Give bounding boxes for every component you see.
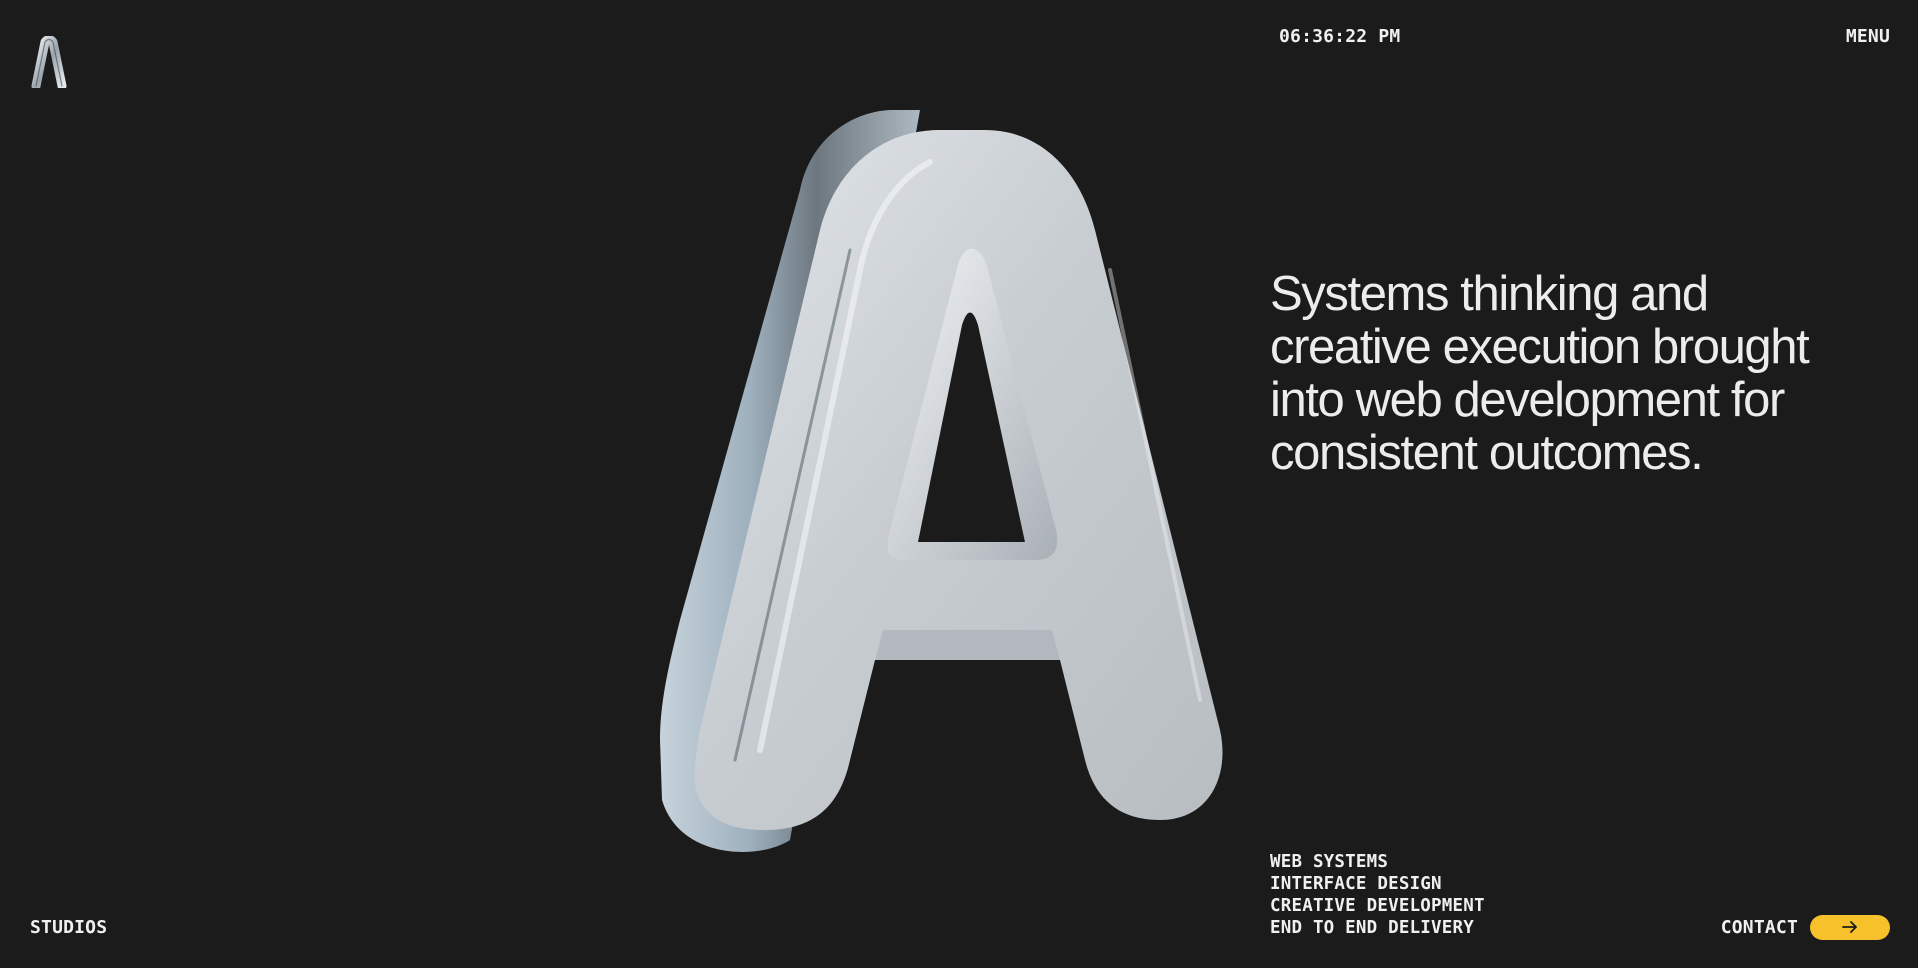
service-item-end-to-end-delivery: END TO END DELIVERY <box>1270 918 1474 938</box>
clock-display: 06:36:22 PM <box>1279 26 1401 47</box>
arrow-right-icon <box>1842 921 1857 933</box>
menu-button[interactable]: MENU <box>1846 26 1890 48</box>
service-item-creative-development: CREATIVE DEVELOPMENT <box>1270 896 1485 916</box>
hero-letter-a-image <box>640 100 1280 920</box>
contact-pill[interactable] <box>1810 914 1890 940</box>
contact-label: CONTACT <box>1720 916 1798 938</box>
service-item-web-systems: WEB SYSTEMS <box>1270 852 1389 872</box>
logo-icon[interactable] <box>28 35 70 91</box>
hero-headline: Systems thinking and creative execution … <box>1270 267 1810 480</box>
services-list: WEB SYSTEMS INTERFACE DESIGN CREATIVE DE… <box>1270 851 1485 939</box>
studios-link[interactable]: STUDIOS <box>30 917 107 939</box>
contact-button[interactable]: CONTACT <box>1721 913 1890 941</box>
service-item-interface-design: INTERFACE DESIGN <box>1270 874 1442 894</box>
